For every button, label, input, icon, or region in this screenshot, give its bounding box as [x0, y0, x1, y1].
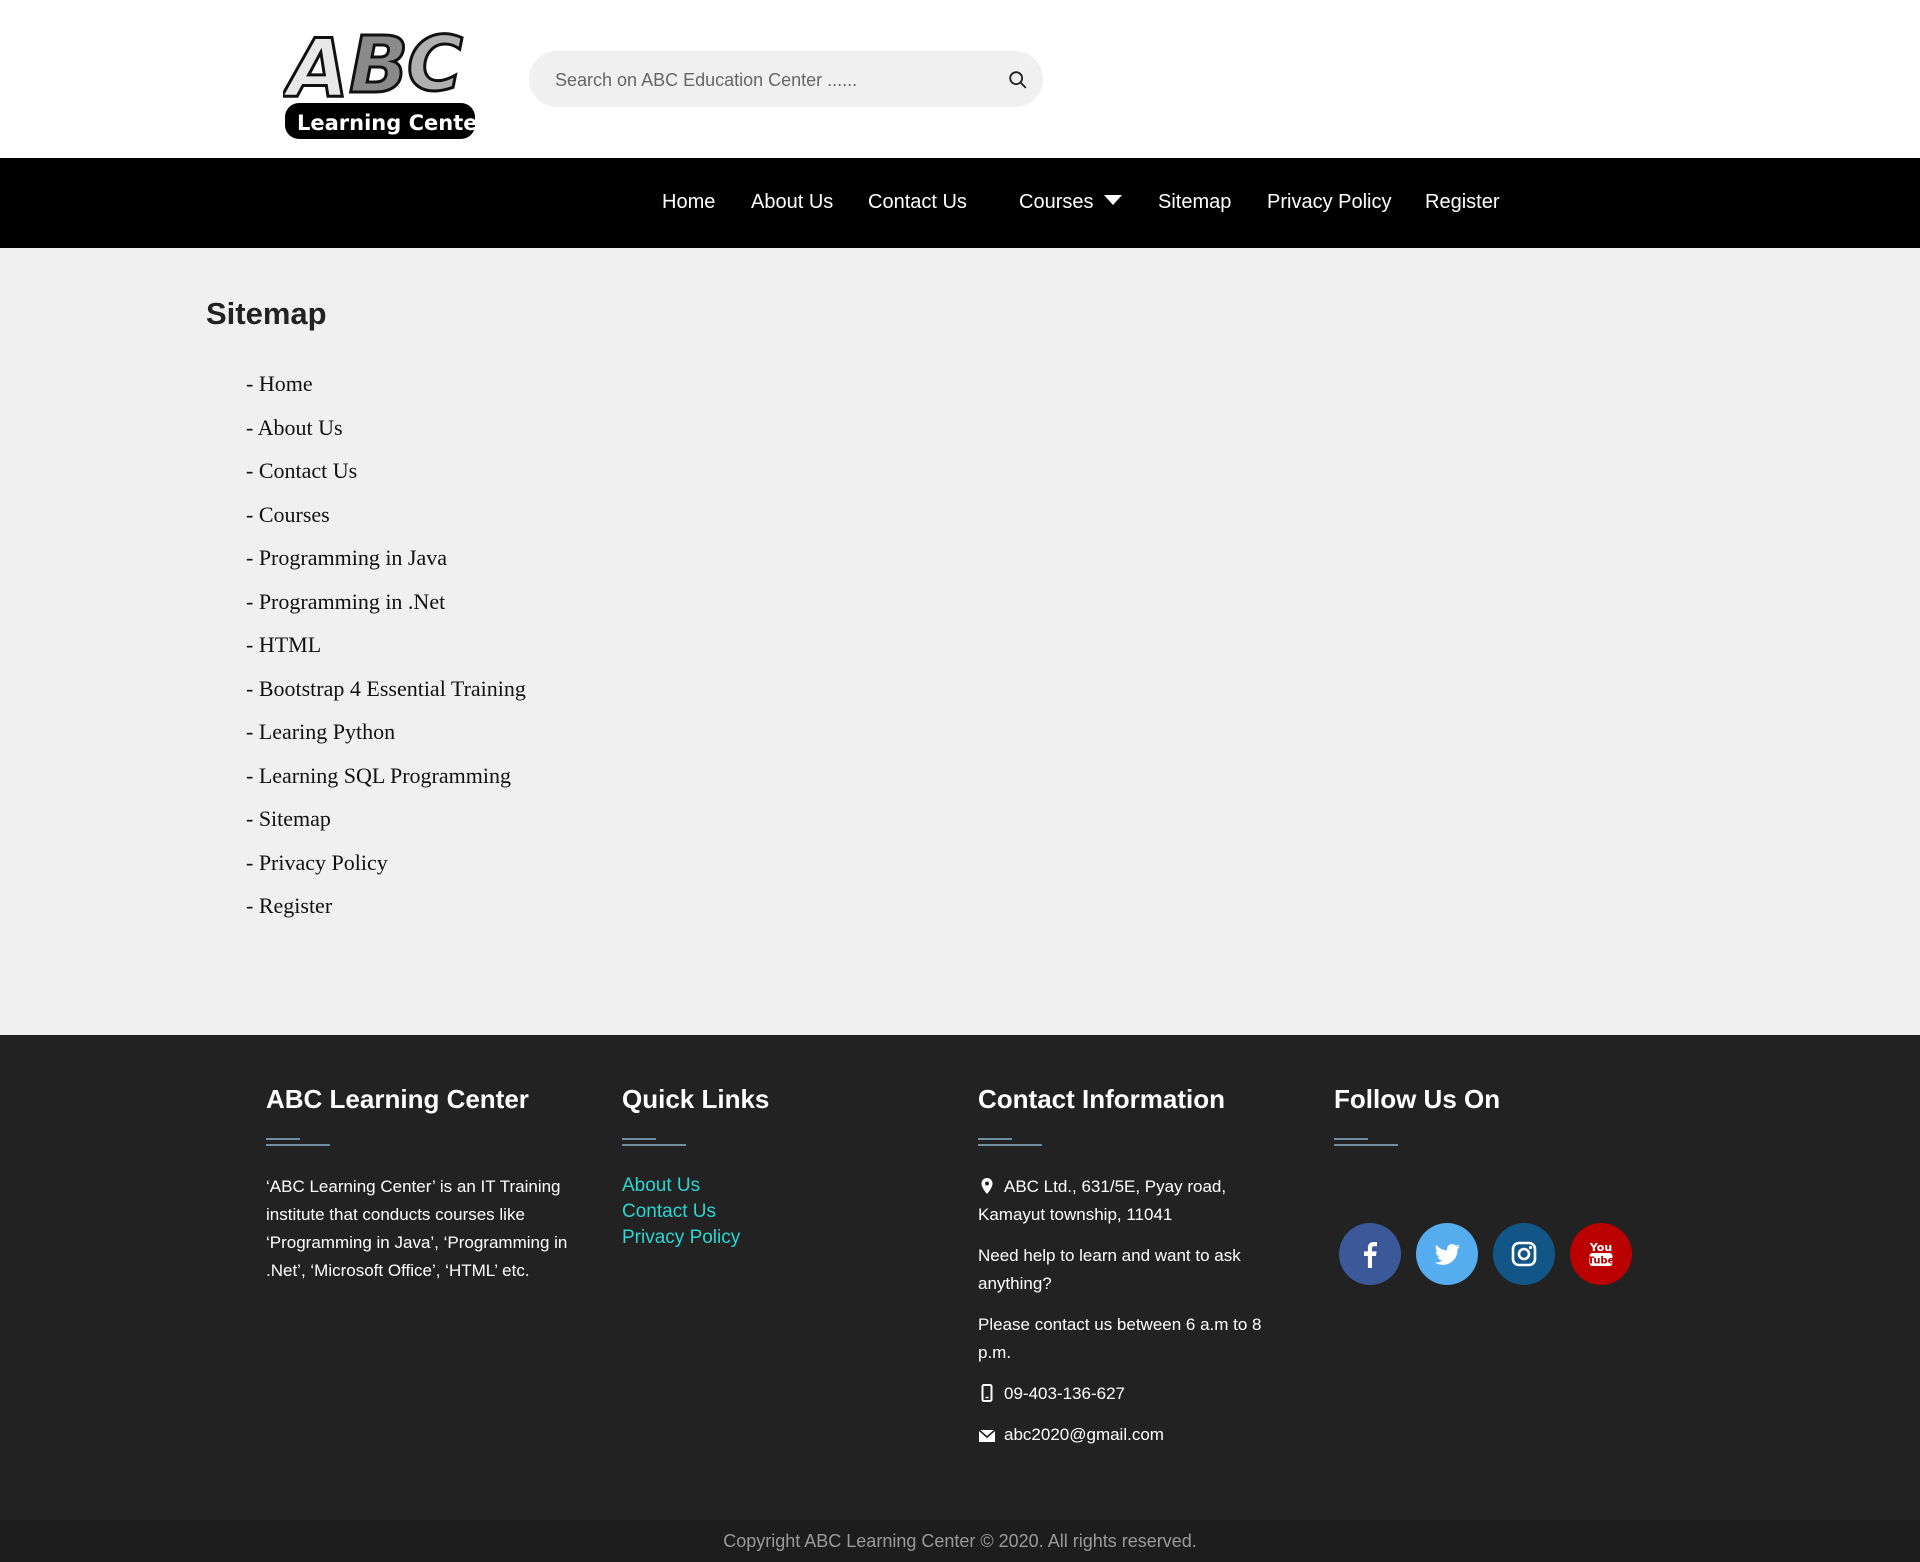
- sitemap-link-html[interactable]: - HTML: [246, 632, 321, 657]
- heading-underline: [978, 1138, 1042, 1146]
- site-header: A B C Learning Center: [0, 0, 1920, 158]
- sitemap-link-about-us[interactable]: - About Us: [246, 415, 343, 440]
- nav-sitemap[interactable]: Sitemap: [1158, 158, 1231, 248]
- envelope-icon: [978, 1429, 996, 1442]
- search-box: [529, 51, 1043, 109]
- nav-home[interactable]: Home: [662, 158, 715, 248]
- sitemap-link-privacy-policy[interactable]: - Privacy Policy: [246, 850, 388, 875]
- heading-underline: [622, 1138, 686, 1146]
- site-footer: ABC Learning Center ‘ABC Learning Center…: [0, 1035, 1920, 1520]
- list-item: - Programming in Java: [246, 541, 526, 585]
- facebook-button[interactable]: [1339, 1223, 1401, 1285]
- footer-quick-links-heading: Quick Links: [622, 1084, 770, 1114]
- svg-text:B: B: [349, 21, 408, 111]
- sitemap-link-home[interactable]: - Home: [246, 371, 313, 396]
- nav-courses-label: Courses: [1019, 191, 1094, 213]
- footer-follow-column: Follow Us On You Tube: [1334, 1083, 1632, 1285]
- contact-phone: 09-403-136-627: [1004, 1384, 1125, 1403]
- svg-text:Learning Center: Learning Center: [297, 111, 479, 135]
- footer-contact-heading: Contact Information: [978, 1084, 1225, 1114]
- svg-text:A: A: [283, 22, 349, 115]
- site-logo[interactable]: A B C Learning Center: [280, 18, 488, 143]
- page-title: Sitemap: [206, 296, 327, 331]
- list-item: - Learning SQL Programming: [246, 759, 526, 803]
- quick-links-list: About Us Contact Us Privacy Policy: [622, 1173, 740, 1251]
- contact-email: abc2020@gmail.com: [1004, 1425, 1164, 1444]
- list-item: - Courses: [246, 498, 526, 542]
- quick-link-about-us[interactable]: About Us: [622, 1173, 740, 1199]
- nav-register[interactable]: Register: [1425, 158, 1499, 248]
- youtube-button[interactable]: You Tube: [1570, 1223, 1632, 1285]
- sitemap-link-dotnet[interactable]: - Programming in .Net: [246, 589, 445, 614]
- footer-about-column: ABC Learning Center ‘ABC Learning Center…: [266, 1083, 567, 1280]
- list-item: - Bootstrap 4 Essential Training: [246, 672, 526, 716]
- sitemap-link-sitemap[interactable]: - Sitemap: [246, 806, 331, 831]
- twitter-icon: [1434, 1244, 1460, 1265]
- svg-text:C: C: [407, 19, 463, 108]
- sitemap-list: - Home - About Us - Contact Us - Courses…: [246, 367, 526, 933]
- list-item: - Learing Python: [246, 715, 526, 759]
- list-item: - Home: [246, 367, 526, 411]
- sitemap-link-sql[interactable]: - Learning SQL Programming: [246, 763, 511, 788]
- footer-about-heading: ABC Learning Center: [266, 1084, 529, 1114]
- copyright-bar: Copyright ABC Learning Center © 2020. Al…: [0, 1520, 1920, 1562]
- copyright-text: Copyright ABC Learning Center © 2020. Al…: [723, 1531, 1197, 1551]
- list-item: - Contact Us: [246, 454, 526, 498]
- facebook-icon: [1364, 1242, 1377, 1268]
- contact-email-row: abc2020@gmail.com: [978, 1421, 1278, 1449]
- quick-link-privacy-policy[interactable]: Privacy Policy: [622, 1225, 740, 1251]
- search-icon[interactable]: [1007, 69, 1029, 91]
- youtube-icon: You Tube: [1588, 1241, 1615, 1267]
- mobile-phone-icon: [981, 1384, 993, 1402]
- contact-phone-row: 09-403-136-627: [978, 1380, 1278, 1408]
- caret-down-icon: [1104, 195, 1123, 205]
- sitemap-link-python[interactable]: - Learing Python: [246, 719, 395, 744]
- heading-underline: [1334, 1138, 1398, 1146]
- contact-address-row: ABC Ltd., 631/5E, Pyay road, Kamayut tow…: [978, 1173, 1278, 1229]
- nav-courses-dropdown[interactable]: Courses: [1019, 158, 1123, 248]
- contact-help: Need help to learn and want to ask anyth…: [978, 1246, 1241, 1293]
- search-input[interactable]: [553, 51, 997, 109]
- sitemap-link-bootstrap[interactable]: - Bootstrap 4 Essential Training: [246, 676, 526, 701]
- list-item: - About Us: [246, 411, 526, 455]
- contact-hours: Please contact us between 6 a.m to 8 p.m…: [978, 1315, 1262, 1362]
- heading-underline: [266, 1138, 330, 1146]
- twitter-button[interactable]: [1416, 1223, 1478, 1285]
- list-item: - Programming in .Net: [246, 585, 526, 629]
- footer-follow-heading: Follow Us On: [1334, 1084, 1501, 1114]
- footer-contact-column: Contact Information ABC Ltd., 631/5E, Py…: [978, 1083, 1262, 1444]
- list-item: - Register: [246, 889, 526, 933]
- contact-address: ABC Ltd., 631/5E, Pyay road, Kamayut tow…: [978, 1177, 1227, 1224]
- instagram-icon: [1511, 1241, 1537, 1267]
- sitemap-link-java[interactable]: - Programming in Java: [246, 545, 447, 570]
- instagram-button[interactable]: [1493, 1223, 1555, 1285]
- footer-about-text: ‘ABC Learning Center’ is an IT Training …: [266, 1177, 568, 1280]
- main-nav: Home About Us Contact Us Courses Sitemap…: [0, 158, 1920, 248]
- nav-about-us[interactable]: About Us: [751, 158, 833, 248]
- sitemap-link-courses[interactable]: - Courses: [246, 502, 330, 527]
- contact-info: ABC Ltd., 631/5E, Pyay road, Kamayut tow…: [978, 1173, 1278, 1462]
- svg-text:Tube: Tube: [1588, 1256, 1615, 1267]
- list-item: - Privacy Policy: [246, 846, 526, 890]
- sitemap-link-register[interactable]: - Register: [246, 893, 332, 918]
- list-item: - Sitemap: [246, 802, 526, 846]
- nav-contact-us[interactable]: Contact Us: [868, 158, 967, 248]
- sitemap-link-contact-us[interactable]: - Contact Us: [246, 458, 357, 483]
- map-marker-icon: [981, 1178, 993, 1194]
- nav-privacy-policy[interactable]: Privacy Policy: [1267, 158, 1391, 248]
- footer-quick-links-column: Quick Links About Us Contact Us Privacy …: [622, 1083, 770, 1248]
- quick-link-contact-us[interactable]: Contact Us: [622, 1199, 740, 1225]
- svg-text:You: You: [1589, 1241, 1612, 1254]
- list-item: - HTML: [246, 628, 526, 672]
